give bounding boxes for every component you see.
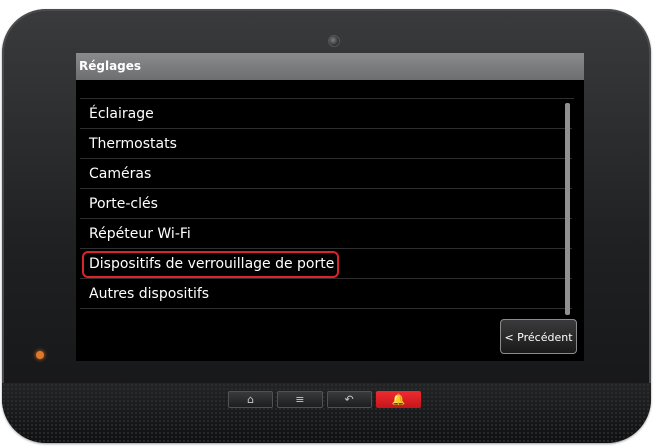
- screen: Réglages Éclairage Thermostats Caméras P…: [76, 53, 584, 361]
- status-led: [36, 351, 44, 359]
- home-icon[interactable]: ⌂: [228, 391, 274, 408]
- hardware-button-bar: ⌂ ≡ ↶ 🔔: [228, 391, 421, 408]
- camera-icon: [329, 36, 339, 46]
- list-item-eclairage[interactable]: Éclairage: [80, 99, 572, 129]
- back-button[interactable]: < Précédent: [500, 319, 577, 354]
- list-item-thermostats[interactable]: Thermostats: [80, 129, 572, 159]
- list-item-autres-dispositifs[interactable]: Autres dispositifs: [80, 279, 572, 309]
- settings-list: Éclairage Thermostats Caméras Porte-clés…: [80, 99, 572, 309]
- list-item-porte-cles[interactable]: Porte-clés: [80, 189, 572, 219]
- scrollbar[interactable]: [565, 103, 570, 315]
- page-title: Réglages: [76, 53, 584, 80]
- back-arrow-icon[interactable]: ↶: [326, 391, 372, 408]
- list-top-strip: [80, 80, 574, 99]
- menu-icon[interactable]: ≡: [277, 391, 323, 408]
- list-item-repeteur-wifi[interactable]: Répéteur Wi-Fi: [80, 219, 572, 249]
- list-item-verrouillage-porte[interactable]: Dispositifs de verrouillage de porte: [80, 249, 572, 279]
- alarm-icon[interactable]: 🔔: [375, 391, 421, 408]
- list-item-cameras[interactable]: Caméras: [80, 159, 572, 189]
